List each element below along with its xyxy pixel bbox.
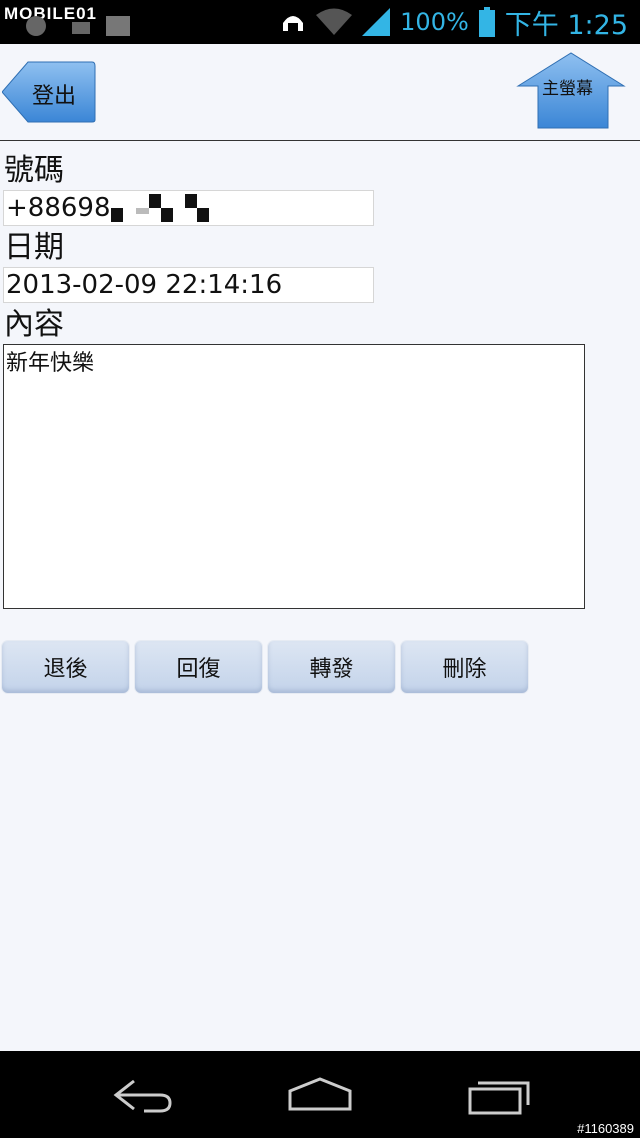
reply-button[interactable]: 回復 [135,641,262,693]
home-nav-icon[interactable] [280,1073,360,1117]
clock: 下午 1:25 [504,9,628,41]
date-field[interactable]: 2013-02-09 22:14:16 [3,267,374,303]
date-label: 日期 [4,230,64,265]
navigation-bar: #1160389 [0,1051,640,1138]
logout-button[interactable]: 登出 [2,60,96,124]
home-screen-button[interactable]: 主螢幕 [516,52,626,130]
number-field[interactable]: +88698 [3,190,374,226]
status-indicators: 100% 下午 1:25 [280,6,628,41]
status-bar: MOBILE01 100% 下午 1:25 [0,0,640,44]
forward-button[interactable]: 轉發 [268,641,395,693]
content-value: 新年快樂 [6,351,95,376]
redaction-mosaic [110,193,221,224]
battery-percent: 100% [400,8,469,36]
number-label: 號碼 [4,153,64,188]
content-label: 內容 [4,307,64,342]
back-nav-icon[interactable] [104,1073,184,1117]
header-divider [0,140,640,141]
number-value: +88698 [6,193,111,223]
notification-icons [26,16,130,36]
image-credit: #1160389 [577,1121,634,1136]
recent-apps-icon[interactable] [460,1073,540,1117]
action-button-row: 退後 回復 轉發 刪除 [2,641,528,693]
go-back-button[interactable]: 退後 [2,641,129,693]
signal-icon [362,8,391,36]
logout-label: 登出 [32,84,77,109]
headset-icon [283,16,304,31]
delete-button[interactable]: 刪除 [401,641,528,693]
battery-icon [478,7,495,37]
content-textarea[interactable]: 新年快樂 [3,344,585,609]
home-screen-label: 主螢幕 [542,79,593,99]
wifi-icon [316,8,353,35]
